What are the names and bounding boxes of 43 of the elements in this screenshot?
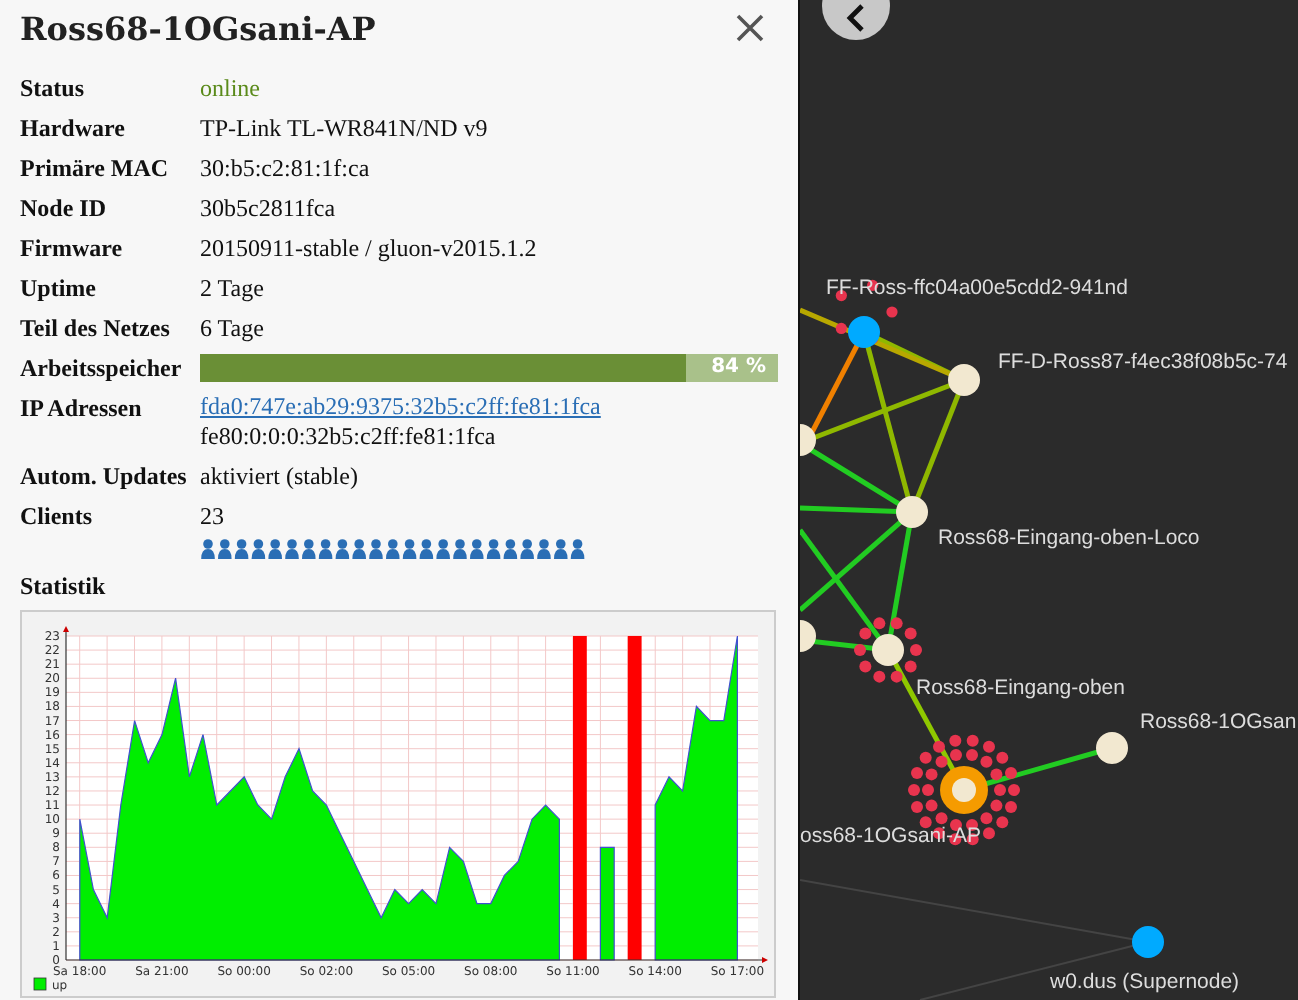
map-node[interactable] (800, 620, 816, 652)
field-label: Teil des Netzes (20, 312, 172, 346)
selected-node[interactable] (940, 766, 988, 814)
map-node[interactable] (1132, 926, 1164, 958)
field-value: 30b5c2811fca (200, 192, 338, 226)
field-label: Arbeitsspeicher (20, 352, 184, 386)
map-node[interactable] (1096, 732, 1128, 764)
field-label: Primäre MAC (20, 152, 171, 186)
node-label: Ross68-Eingang-oben-Loco (938, 526, 1200, 550)
field-value: 2 Tage (200, 272, 266, 306)
node-label: w0.dus (Supernode) (1050, 970, 1240, 994)
map-node[interactable] (848, 316, 880, 348)
field-value: 6 Tage (200, 312, 266, 346)
field-label: Status (20, 72, 87, 106)
map-node[interactable] (896, 496, 928, 528)
field-label: Uptime (20, 272, 98, 306)
memory-percent: 84 % (711, 354, 766, 382)
node-label: FF-D-Ross87-f4ec38f08b5c-74 (998, 350, 1288, 374)
map-node[interactable] (872, 634, 904, 666)
node-label: Ross68-1OGsan (1140, 710, 1297, 734)
field-value: aktiviert (stable) (200, 460, 360, 494)
client-count: 23 (200, 500, 226, 534)
clients-icon (200, 538, 587, 560)
ip-address: fe80:0:0:0:32b5:c2ff:fe81:1fca (200, 422, 498, 452)
field-label: Firmware (20, 232, 125, 266)
field-label: Node ID (20, 192, 109, 226)
field-label: IP Adressen (20, 392, 144, 426)
status-value: online (200, 72, 262, 106)
field-label: Clients (20, 500, 94, 534)
field-label: Hardware (20, 112, 127, 146)
map-node[interactable] (800, 424, 816, 456)
node-title: Ross68-1OGsani-AP (20, 9, 376, 47)
chevron-left-icon (846, 4, 866, 32)
map-node[interactable] (948, 364, 980, 396)
field-value: TP-Link TL-WR841N/ND v9 (200, 112, 490, 146)
field-value: 30:b5:c2:81:1f:ca (200, 152, 372, 186)
field-label: Autom. Updates (20, 460, 189, 494)
legend-swatch (33, 977, 47, 991)
close-icon[interactable] (736, 14, 764, 42)
node-label: Ross68-Eingang-oben (916, 676, 1125, 700)
ip-address-link[interactable]: fda0:747e:ab29:9375:32b5:c2ff:fe81:1fca (200, 392, 778, 422)
statistics-heading: Statistik (20, 572, 108, 602)
field-value: 20150911-stable / gluon-v2015.1.2 (200, 232, 539, 266)
